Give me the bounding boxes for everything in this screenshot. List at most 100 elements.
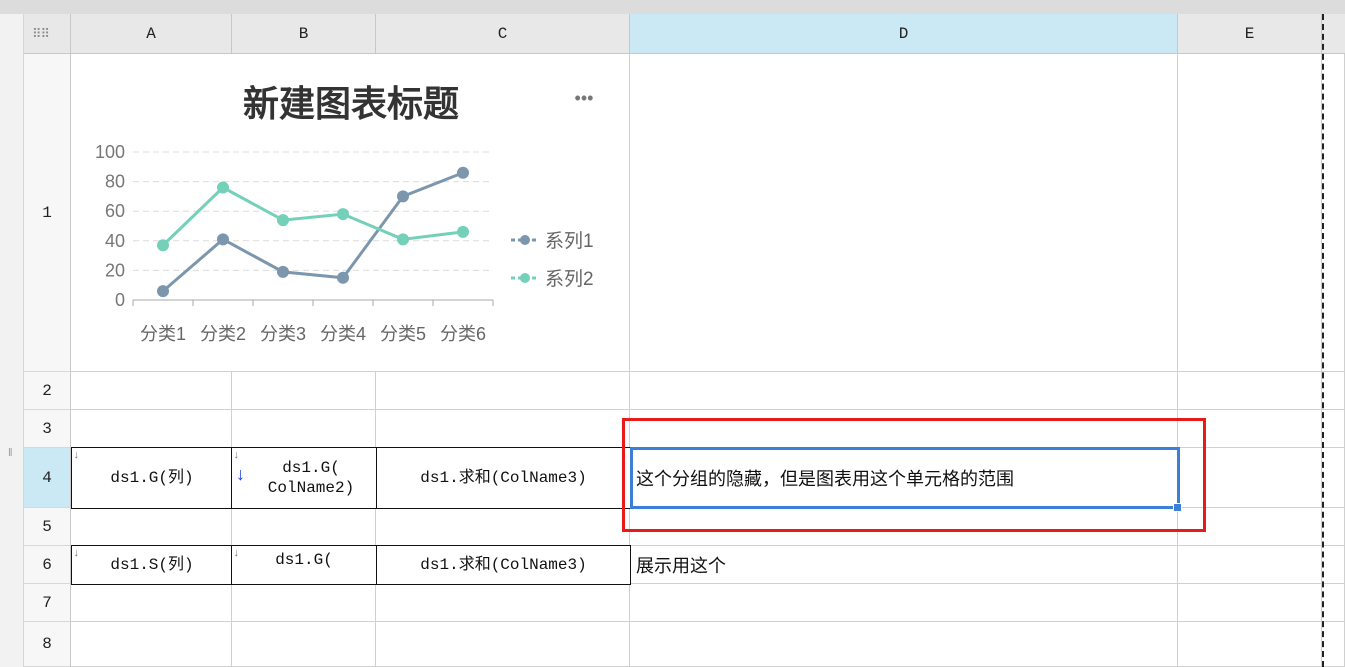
y-tick-label: 100 (95, 142, 125, 162)
cell-d6-text: 展示用这个 (636, 556, 726, 576)
data-point[interactable] (217, 181, 229, 194)
data-point[interactable] (337, 271, 349, 284)
data-point[interactable] (337, 208, 349, 221)
row-header-7[interactable]: 7 (24, 584, 71, 622)
grid-cell[interactable] (232, 622, 376, 667)
cell-b6[interactable]: ↓ ds1.G( (231, 545, 377, 585)
column-header-b[interactable]: B (232, 14, 376, 54)
column-header-next[interactable] (1322, 14, 1345, 54)
grid-cell[interactable] (1178, 622, 1322, 667)
data-point[interactable] (157, 239, 169, 252)
row-header-1[interactable]: 1 (24, 54, 71, 372)
column-header-d[interactable]: D (630, 14, 1178, 54)
grid-cell[interactable] (71, 372, 232, 410)
cell-a6[interactable]: ↓ ds1.S(列) (71, 545, 233, 585)
grid-cell[interactable] (630, 54, 1178, 372)
cell-c4[interactable]: ds1.求和(ColName3) (376, 447, 631, 509)
cell-a6-text: ds1.S(列) (110, 556, 194, 574)
grid-cell[interactable] (376, 410, 630, 448)
grid-cell[interactable] (232, 372, 376, 410)
cell-c6[interactable]: ds1.求和(ColName3) (376, 545, 631, 585)
left-gutter (0, 14, 24, 667)
cell-b6-text: ds1.G( (275, 551, 333, 569)
blue-expand-icon: ↓ (235, 466, 246, 486)
row-header-8[interactable]: 8 (24, 622, 71, 667)
line-chart[interactable]: 新建图表标题 ••• 0 20 40 60 80 100 分类1 分类2 分类3 分类4 分类5 分类… (71, 54, 629, 371)
row-header-3[interactable]: 3 (24, 410, 71, 448)
legend-marker (520, 273, 530, 283)
y-tick-label: 0 (115, 290, 125, 310)
y-tick-label: 40 (105, 231, 125, 251)
cell-c6-text: ds1.求和(ColName3) (420, 556, 587, 574)
expand-down-icon: ↓ (233, 450, 240, 462)
grid-cell[interactable] (630, 372, 1178, 410)
grid-cell[interactable] (71, 622, 232, 667)
data-point[interactable] (397, 190, 409, 203)
grid-cell[interactable] (71, 584, 232, 622)
column-header-a[interactable]: A (71, 14, 232, 54)
grid-cell[interactable] (71, 508, 232, 546)
grid-cell[interactable] (1178, 372, 1322, 410)
legend-label[interactable]: 系列1 (545, 230, 594, 252)
legend-label[interactable]: 系列2 (545, 268, 594, 290)
expand-down-icon: ↓ (73, 548, 80, 560)
legend-marker (520, 235, 530, 245)
y-tick-label: 20 (105, 260, 125, 280)
grid-cell[interactable] (630, 622, 1178, 667)
grid-cell[interactable] (1322, 448, 1345, 508)
grid-cell[interactable] (1322, 622, 1345, 667)
x-tick-label: 分类2 (200, 324, 246, 344)
cell-b4[interactable]: ↓ ↓ ds1.G( ColName2) (231, 447, 377, 509)
data-point[interactable] (157, 285, 169, 298)
data-point[interactable] (277, 265, 289, 278)
cell-a4[interactable]: ↓ ds1.G(列) (71, 447, 233, 509)
grid-cell[interactable] (71, 410, 232, 448)
column-header-c[interactable]: C (376, 14, 630, 54)
row-header-5[interactable]: 5 (24, 508, 71, 546)
chart-cell[interactable]: 新建图表标题 ••• 0 20 40 60 80 100 分类1 分类2 分类3 分类4 分类5 分类… (71, 54, 630, 372)
chart-title: 新建图表标题 (243, 83, 459, 124)
cell-d6[interactable]: 展示用这个 (630, 546, 1178, 584)
series-line (161, 185, 464, 247)
grid-cell[interactable] (1322, 372, 1345, 410)
grid-cell[interactable] (1322, 54, 1345, 372)
grid-cell[interactable] (1322, 410, 1345, 448)
row-header-4[interactable]: 4 (24, 448, 71, 508)
resize-handle-icon[interactable]: ǁ (8, 447, 13, 459)
expand-down-icon: ↓ (233, 548, 240, 560)
annotation-box (622, 418, 1206, 532)
cell-a4-text: ds1.G(列) (110, 469, 194, 487)
grid-cell[interactable] (232, 584, 376, 622)
data-point[interactable] (397, 233, 409, 246)
more-icon[interactable]: ••• (575, 88, 594, 108)
series-line (162, 171, 464, 293)
grid-cell[interactable] (1322, 584, 1345, 622)
y-tick-label: 80 (105, 172, 125, 192)
x-tick-label: 分类6 (440, 324, 486, 344)
data-point[interactable] (217, 233, 229, 246)
grid-cell[interactable] (232, 410, 376, 448)
grid-cell[interactable] (376, 508, 630, 546)
grid-cell[interactable] (1178, 546, 1322, 584)
grid-cell[interactable] (630, 584, 1178, 622)
grid-icon: ⠿⠿ (32, 26, 50, 41)
grid-cell[interactable] (1178, 584, 1322, 622)
data-point[interactable] (277, 214, 289, 227)
grid-cell[interactable] (1322, 546, 1345, 584)
expand-down-icon: ↓ (73, 450, 80, 462)
grid-cell[interactable] (1322, 508, 1345, 546)
grid-cell[interactable] (376, 584, 630, 622)
x-tick-label: 分类1 (140, 324, 186, 344)
column-header-e[interactable]: E (1178, 14, 1322, 54)
grid-cell[interactable] (1178, 54, 1322, 372)
data-point[interactable] (457, 225, 469, 238)
page-break-line (1322, 14, 1324, 667)
grid-cell[interactable] (376, 372, 630, 410)
row-header-2[interactable]: 2 (24, 372, 71, 410)
cell-b4-line2: ColName2) (267, 479, 355, 497)
data-point[interactable] (457, 166, 469, 179)
grid-cell[interactable] (232, 508, 376, 546)
grid-cell[interactable] (376, 622, 630, 667)
select-all-corner[interactable]: ⠿⠿ (24, 14, 71, 54)
row-header-6[interactable]: 6 (24, 546, 71, 584)
